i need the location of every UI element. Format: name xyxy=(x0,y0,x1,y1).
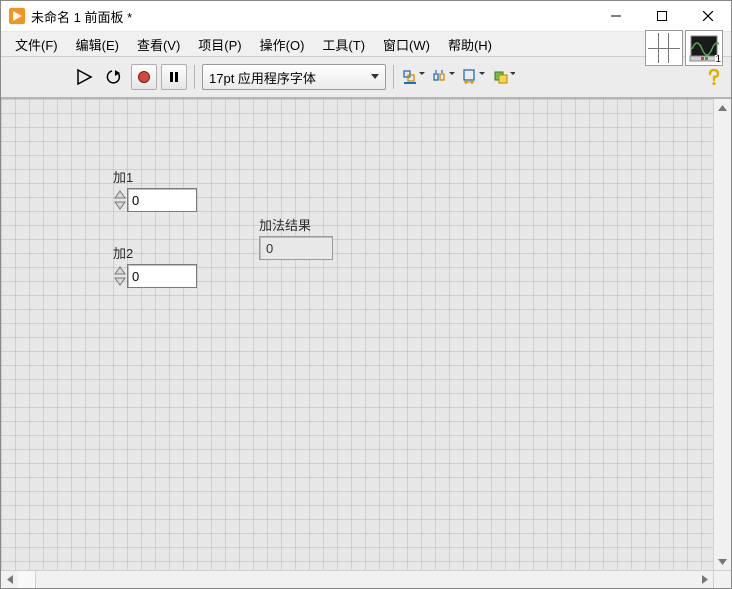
numeric-indicator-value: 0 xyxy=(259,236,333,260)
connector-pane: 1 xyxy=(645,26,725,62)
window-title: 未命名 1 前面板 * xyxy=(31,7,132,26)
numeric-indicator-result: 加法结果 0 xyxy=(259,215,333,260)
scroll-left-button[interactable] xyxy=(1,571,18,588)
labview-app-icon xyxy=(9,8,25,24)
numeric-control-add1: 加1 0 xyxy=(113,167,197,212)
scroll-up-button[interactable] xyxy=(714,99,731,116)
scrollbar-corner xyxy=(18,571,36,588)
menubar: 文件(F) 编辑(E) 查看(V) 项目(P) 操作(O) 工具(T) 窗口(W… xyxy=(1,32,731,57)
scroll-right-button[interactable] xyxy=(696,571,713,588)
indicator-label: 加法结果 xyxy=(259,215,333,234)
front-panel-canvas[interactable]: 加1 0 加2 xyxy=(1,99,713,570)
scrollbar-track[interactable] xyxy=(36,571,696,588)
toolbar-divider xyxy=(194,65,195,89)
chevron-down-icon xyxy=(371,74,379,80)
font-dropdown[interactable]: 17pt 应用程序字体 xyxy=(202,64,386,90)
resize-objects-button[interactable] xyxy=(461,64,487,90)
numeric-input[interactable]: 0 xyxy=(127,264,197,288)
control-label: 加1 xyxy=(113,167,197,186)
increment-button[interactable] xyxy=(113,265,127,276)
app-window: 未命名 1 前面板 * 文件(F) 编辑(E) 查看(V) 项目(P) 操作(O… xyxy=(0,0,732,589)
toolbar-divider xyxy=(393,65,394,89)
vi-icon[interactable]: 1 xyxy=(685,30,723,66)
menu-edit[interactable]: 编辑(E) xyxy=(68,33,127,56)
menu-help[interactable]: 帮助(H) xyxy=(440,33,500,56)
toolbar: 17pt 应用程序字体 xyxy=(1,57,731,99)
distribute-objects-button[interactable] xyxy=(431,64,457,90)
align-objects-button[interactable] xyxy=(401,64,427,90)
menu-tools[interactable]: 工具(T) xyxy=(314,33,373,56)
menu-operate[interactable]: 操作(O) xyxy=(252,33,313,56)
vertical-scrollbar[interactable] xyxy=(714,99,731,570)
context-help-button[interactable] xyxy=(703,66,725,88)
run-button[interactable] xyxy=(71,64,97,90)
menu-file[interactable]: 文件(F) xyxy=(7,33,66,56)
pause-button[interactable] xyxy=(161,64,187,90)
titlebar: 未命名 1 前面板 * xyxy=(1,1,731,32)
font-dropdown-label: 17pt 应用程序字体 xyxy=(209,68,316,87)
menu-project[interactable]: 项目(P) xyxy=(190,33,249,56)
scrollbar-sizegrip xyxy=(713,571,731,588)
control-label: 加2 xyxy=(113,243,197,262)
horizontal-scrollbar[interactable] xyxy=(1,570,731,588)
minimize-button[interactable] xyxy=(593,1,639,31)
numeric-control-add2: 加2 0 xyxy=(113,243,197,288)
scroll-down-button[interactable] xyxy=(714,553,731,570)
vi-icon-index: 1 xyxy=(715,55,721,65)
scrollbar-track[interactable] xyxy=(714,116,731,553)
decrement-button[interactable] xyxy=(113,276,127,287)
reorder-objects-button[interactable] xyxy=(491,64,517,90)
work-area: 加1 0 加2 xyxy=(1,99,731,570)
canvas-viewport: 加1 0 加2 xyxy=(1,99,714,570)
spinner xyxy=(113,264,127,288)
abort-button[interactable] xyxy=(131,64,157,90)
numeric-input[interactable]: 0 xyxy=(127,188,197,212)
menu-view[interactable]: 查看(V) xyxy=(129,33,188,56)
increment-button[interactable] xyxy=(113,189,127,200)
spinner xyxy=(113,188,127,212)
decrement-button[interactable] xyxy=(113,200,127,211)
connector-grid-icon[interactable] xyxy=(645,30,683,66)
menu-window[interactable]: 窗口(W) xyxy=(375,33,438,56)
run-continuously-button[interactable] xyxy=(101,64,127,90)
